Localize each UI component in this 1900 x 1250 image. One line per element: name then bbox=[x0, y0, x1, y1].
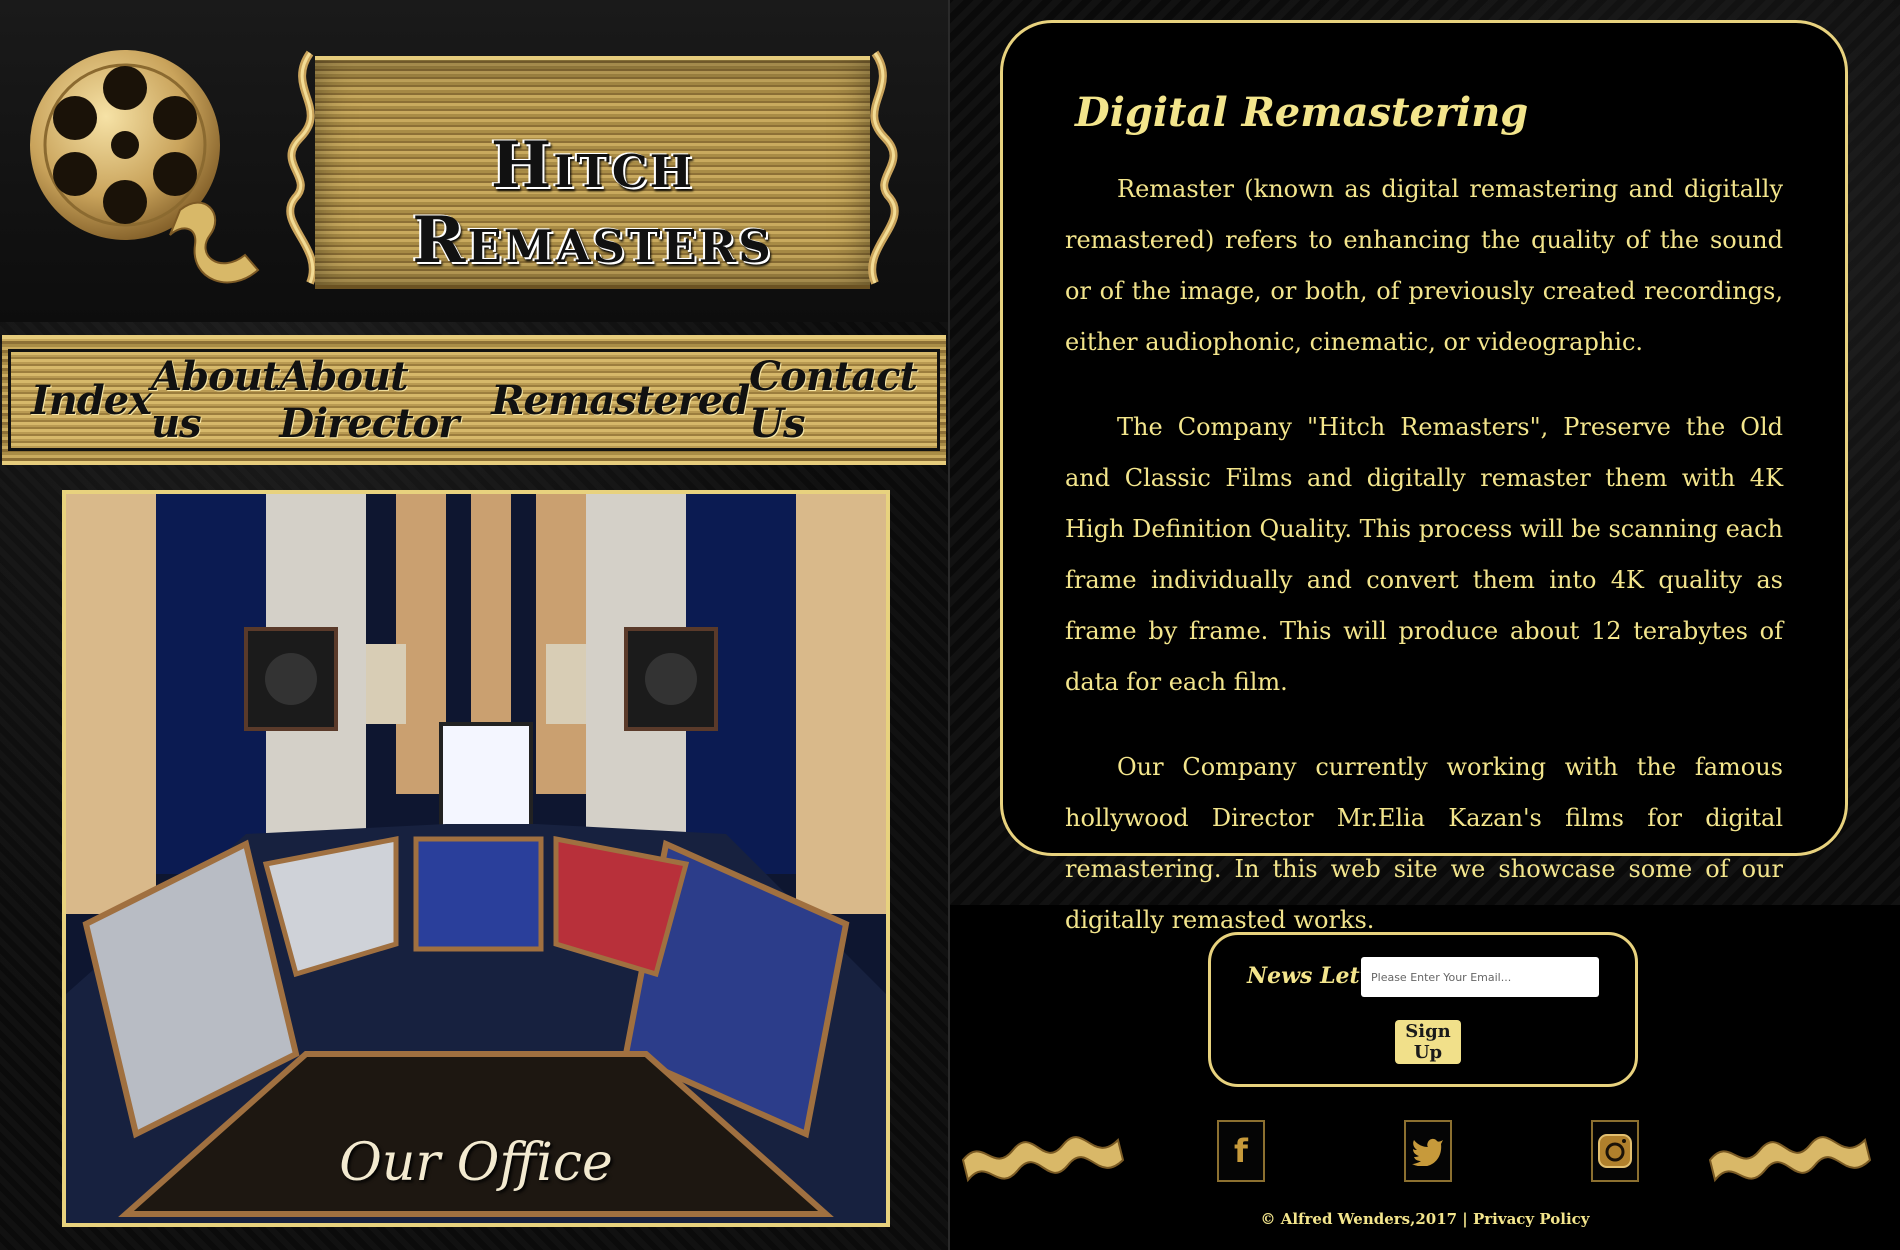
copyright-text: © Alfred Wenders,2017 | Privacy Policy bbox=[1260, 1210, 1590, 1228]
nav-item-contact-us[interactable]: Contact Us bbox=[749, 353, 918, 447]
film-strip-left-icon bbox=[961, 1136, 1125, 1183]
instagram-icon[interactable] bbox=[1591, 1120, 1639, 1182]
content-title: Digital Remastering bbox=[1075, 89, 1529, 136]
newsletter-box: News Letter : Sign Up bbox=[1208, 932, 1638, 1087]
instagram-camera bbox=[1598, 1134, 1632, 1168]
nav-item-about-us[interactable]: About us bbox=[151, 353, 280, 447]
content-box: Digital Remastering Remaster (known as d… bbox=[1000, 20, 1848, 934]
paragraph-3: Our Company currently working with the f… bbox=[1065, 753, 1783, 934]
film-strip-right-icon bbox=[1708, 1136, 1872, 1183]
title-banner: Hitch Remasters bbox=[270, 48, 915, 289]
site-title: Hitch Remasters bbox=[412, 128, 773, 278]
signup-button[interactable]: Sign Up bbox=[1395, 1020, 1461, 1064]
main-nav: Index About us About Director Remastered… bbox=[2, 335, 946, 465]
studio-illustration bbox=[66, 494, 886, 1223]
facebook-icon[interactable]: f bbox=[1217, 1120, 1265, 1182]
twitter-icon[interactable] bbox=[1404, 1120, 1452, 1182]
nav-item-index[interactable]: Index bbox=[31, 377, 152, 424]
office-caption: Our Office bbox=[339, 1133, 613, 1193]
site-header: Hitch Remasters bbox=[0, 0, 948, 322]
banner-scroll-right bbox=[868, 50, 899, 285]
nav-bar: Index About us About Director Remastered… bbox=[8, 349, 940, 451]
paragraph-2: The Company "Hitch Remasters", Preserve … bbox=[1065, 413, 1783, 696]
film-reel-logo bbox=[30, 50, 260, 284]
office-photo: Our Office bbox=[62, 490, 890, 1227]
facebook-glyph: f bbox=[1234, 1132, 1248, 1170]
nav-item-about-director[interactable]: About Director bbox=[279, 353, 491, 447]
left-panel: Hitch Remasters Index About us About Dir… bbox=[0, 0, 950, 1250]
nav-item-remastered[interactable]: Remastered bbox=[491, 377, 750, 424]
paragraph-1: Remaster (known as digital remastering a… bbox=[1065, 175, 1783, 356]
twitter-bird bbox=[1412, 1138, 1443, 1166]
newsletter-email-input[interactable] bbox=[1361, 957, 1599, 997]
